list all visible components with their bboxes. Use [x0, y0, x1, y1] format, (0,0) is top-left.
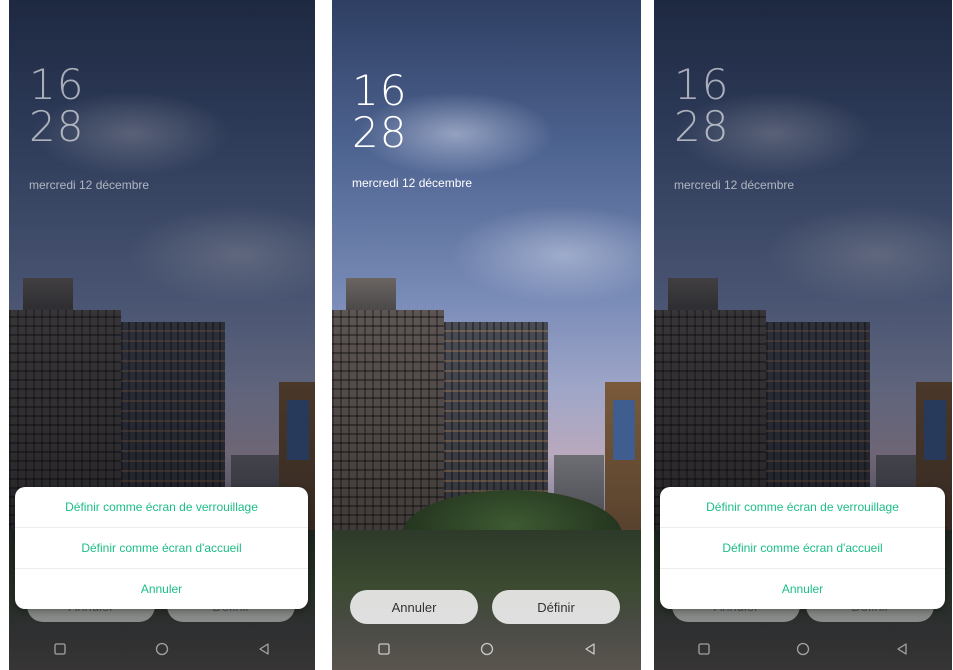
apply-button[interactable]: Définir [492, 590, 620, 624]
set-homescreen-option[interactable]: Définir comme écran d'accueil [15, 528, 308, 569]
square-recents-icon[interactable] [684, 634, 724, 664]
triangle-back-icon[interactable] [244, 634, 284, 664]
navigation-bar [332, 628, 641, 670]
clock-minute: 28 [352, 108, 408, 157]
phone-screen-2: 16 28 mercredi 12 décembre Annuler Défin… [332, 0, 641, 670]
clock: 16 28 [29, 64, 84, 148]
triangle-back-icon[interactable] [882, 634, 922, 664]
circle-home-icon[interactable] [467, 634, 507, 664]
set-lockscreen-option[interactable]: Définir comme écran de verrouillage [15, 487, 308, 528]
circle-home-icon[interactable] [142, 634, 182, 664]
phone-screen-1: 16 28 mercredi 12 décembre Annuler Défin… [9, 0, 315, 670]
clock: 16 28 [352, 70, 407, 154]
cancel-button[interactable]: Annuler [350, 590, 478, 624]
navigation-bar [9, 628, 315, 670]
wallpaper-action-sheet: Définir comme écran de verrouillage Défi… [660, 487, 945, 609]
cancel-option[interactable]: Annuler [15, 569, 308, 609]
phone-screen-3: 16 28 mercredi 12 décembre Annuler Défin… [654, 0, 952, 670]
clock-minute: 28 [29, 102, 85, 151]
clock-hour: 16 [674, 60, 730, 109]
square-recents-icon[interactable] [40, 634, 80, 664]
lockscreen-date: mercredi 12 décembre [352, 176, 473, 190]
lockscreen-date: mercredi 12 décembre [29, 178, 150, 192]
wallpaper-action-sheet: Définir comme écran de verrouillage Défi… [15, 487, 308, 609]
triangle-back-icon[interactable] [570, 634, 610, 664]
building-right-glass [613, 400, 635, 460]
square-recents-icon[interactable] [364, 634, 404, 664]
lockscreen-date: mercredi 12 décembre [674, 178, 795, 192]
clock-hour: 16 [352, 66, 408, 115]
cancel-option[interactable]: Annuler [660, 569, 945, 609]
set-lockscreen-option[interactable]: Définir comme écran de verrouillage [660, 487, 945, 528]
navigation-bar [654, 628, 952, 670]
circle-home-icon[interactable] [783, 634, 823, 664]
clock-minute: 28 [674, 102, 730, 151]
clock: 16 28 [674, 64, 729, 148]
set-homescreen-option[interactable]: Définir comme écran d'accueil [660, 528, 945, 569]
clock-hour: 16 [29, 60, 85, 109]
